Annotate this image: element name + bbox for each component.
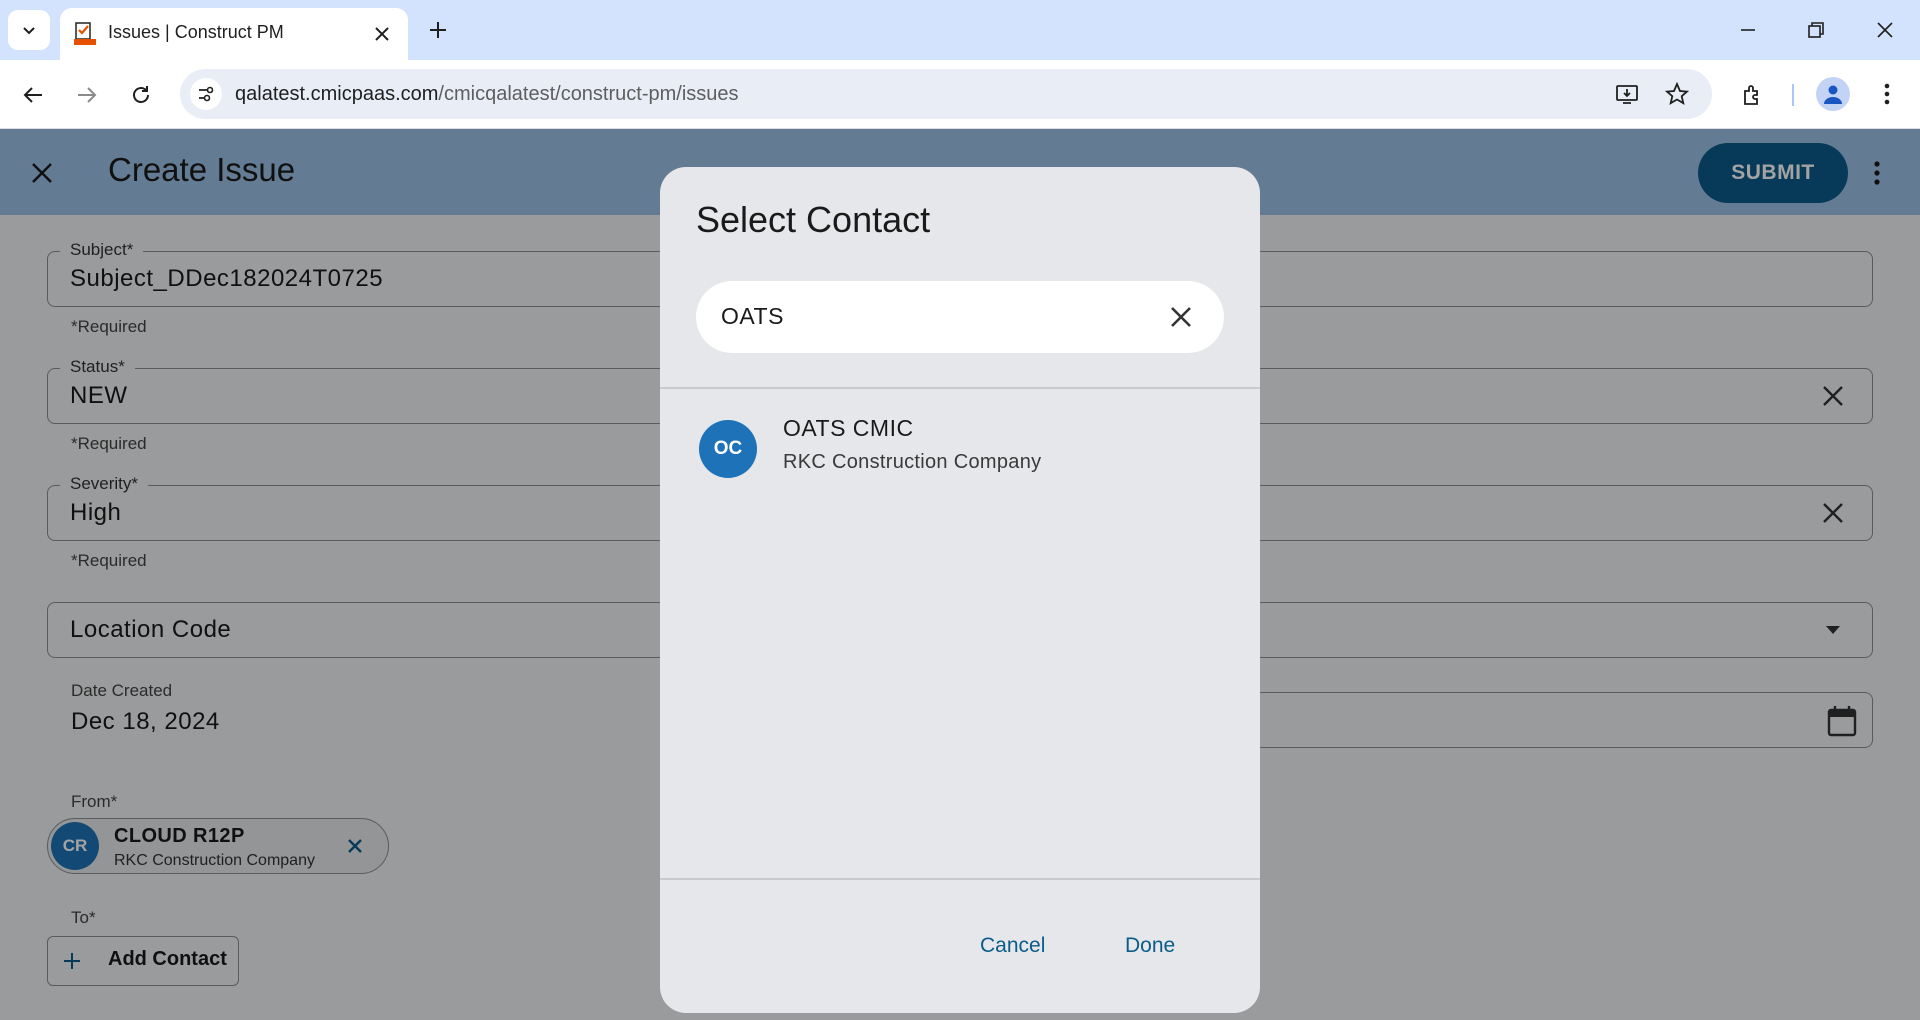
contact-result-item[interactable]: OC OATS CMIC RKC Construction Company	[660, 401, 1260, 501]
cancel-button[interactable]: Cancel	[980, 934, 1045, 958]
address-bar[interactable]: qalatest.cmicpaas.com/cmicqalatest/const…	[180, 69, 1712, 119]
install-app-icon[interactable]	[1612, 79, 1642, 109]
extensions-icon[interactable]	[1736, 78, 1770, 112]
close-tab-icon[interactable]	[368, 20, 396, 48]
select-contact-dialog: Select Contact OATS OC OATS CMIC RKC Con…	[660, 167, 1260, 1013]
contact-search-input[interactable]: OATS	[696, 281, 1224, 353]
avatar: OC	[699, 420, 757, 478]
browser-menu-icon[interactable]	[1870, 77, 1904, 111]
done-button[interactable]: Done	[1125, 934, 1175, 958]
minimize-icon[interactable]	[1728, 14, 1768, 46]
back-icon[interactable]	[16, 78, 50, 112]
site-info-icon[interactable]	[190, 78, 222, 110]
forward-icon[interactable]	[70, 78, 104, 112]
clear-search-icon[interactable]	[1166, 302, 1196, 332]
contact-company: RKC Construction Company	[783, 451, 1042, 473]
dialog-divider-top	[660, 387, 1260, 389]
profile-avatar-icon[interactable]	[1816, 77, 1850, 111]
browser-tab-strip: Issues | Construct PM	[0, 0, 1920, 60]
bookmark-star-icon[interactable]	[1662, 79, 1692, 109]
window-close-icon[interactable]	[1865, 14, 1905, 46]
browser-tab-active[interactable]: Issues | Construct PM	[60, 8, 408, 60]
restore-icon[interactable]	[1796, 14, 1836, 46]
reload-icon[interactable]	[124, 78, 158, 112]
browser-toolbar: qalatest.cmicpaas.com/cmicqalatest/const…	[0, 60, 1920, 129]
dialog-divider-bottom	[660, 878, 1260, 880]
contact-name: OATS CMIC	[783, 415, 914, 441]
tab-search-icon[interactable]	[8, 10, 50, 50]
search-value: OATS	[721, 303, 784, 329]
toolbar-separator	[1792, 84, 1794, 106]
dialog-title: Select Contact	[696, 199, 931, 240]
tab-title: Issues | Construct PM	[108, 22, 284, 42]
new-tab-icon[interactable]	[422, 14, 454, 46]
url-text: qalatest.cmicpaas.com/cmicqalatest/const…	[235, 83, 739, 105]
favicon-icon	[72, 20, 98, 46]
